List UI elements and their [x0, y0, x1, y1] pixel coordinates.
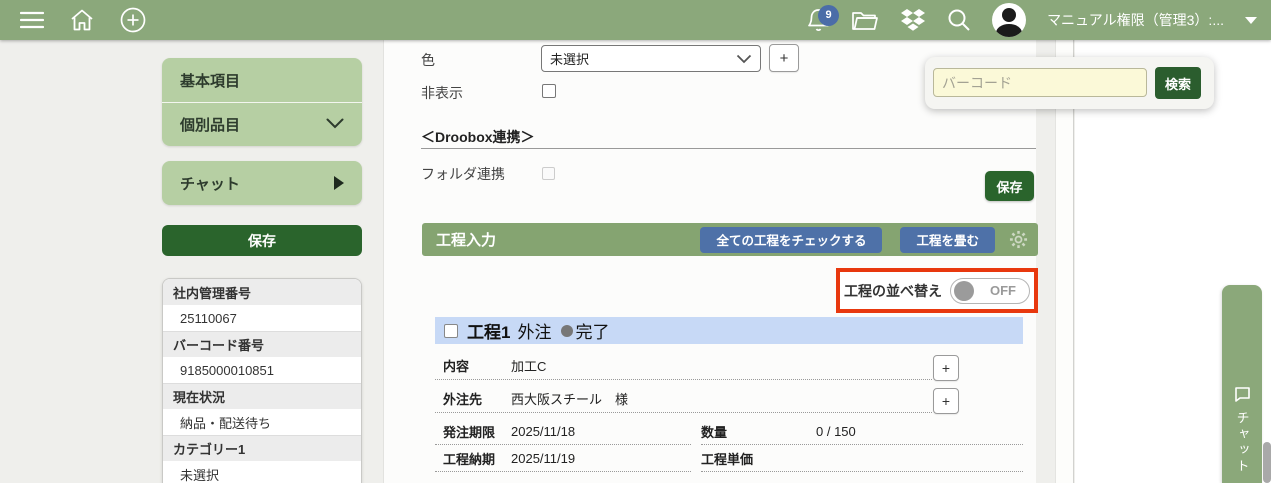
barcode-input[interactable] [933, 68, 1147, 97]
main-save-button[interactable]: 保存 [985, 171, 1034, 201]
process-input-header: 工程入力 全ての工程をチェックする 工程を畳む [422, 223, 1038, 256]
process1-fields: 内容 加工C + 外注先 西大阪スチール 様 + 発注期限 2025/11/18… [435, 352, 1023, 472]
status-dot-icon [561, 325, 573, 337]
field-row: 発注期限 2025/11/18 数量 0 / 150 [435, 418, 1023, 445]
home-icon[interactable] [70, 9, 94, 31]
field-add-button[interactable]: + [933, 388, 959, 414]
chat-tab-label: チャット [1233, 411, 1252, 475]
hidden-checkbox[interactable] [542, 84, 556, 98]
info-label: 社内管理番号 [163, 279, 361, 305]
hidden-label: 非表示 [421, 83, 463, 103]
process1-checkbox[interactable] [444, 324, 458, 338]
page-scrollbar-thumb[interactable] [1263, 442, 1271, 483]
field-label: 外注先 [435, 389, 511, 408]
sidebar-item-individual[interactable]: 個別品目 [162, 102, 362, 146]
folder-link-label: フォルダ連携 [421, 164, 505, 184]
droobox-section-title: ＜Droobox連携＞ [421, 127, 535, 147]
color-add-button[interactable]: + [769, 44, 799, 72]
app-page: 9 マニュアル権限（管理3）:... 基本項目 個別品目 [0, 0, 1271, 483]
field-row: 内容 加工C + [435, 352, 1023, 385]
process1-status: 完了 [575, 318, 609, 343]
field-label: 工程納期 [435, 449, 511, 468]
field-value[interactable]: 0 / 150 [816, 424, 856, 439]
avatar[interactable] [992, 3, 1026, 37]
chevron-down-icon [326, 116, 344, 133]
sidebar-item-basic[interactable]: 基本項目 [162, 58, 362, 102]
field-row: 外注先 西大阪スチール 様 + [435, 385, 1023, 418]
check-all-processes-button[interactable]: 全ての工程をチェックする [700, 227, 882, 253]
folder-icon[interactable] [851, 9, 879, 31]
info-label: 現在状況 [163, 383, 361, 409]
field-value[interactable]: 2025/11/19 [511, 451, 575, 466]
info-value: 未選択 [163, 461, 361, 483]
field-label: 工程単価 [701, 449, 816, 468]
process1-header[interactable]: 工程1 外注 完了 [435, 317, 1023, 344]
collapse-processes-button[interactable]: 工程を畳む [900, 227, 995, 253]
chevron-down-icon [736, 54, 752, 64]
field-label: 内容 [435, 356, 511, 375]
toggle-state: OFF [990, 283, 1016, 298]
toggle-knob [954, 281, 974, 301]
info-label: カテゴリー1 [163, 435, 361, 461]
item-info-card: 社内管理番号 25110067 バーコード番号 9185000010851 現在… [162, 278, 362, 483]
field-add-button[interactable]: + [933, 355, 959, 381]
field-label: 数量 [701, 422, 816, 441]
triangle-right-icon [334, 176, 344, 190]
chat-tab[interactable]: チャット [1222, 285, 1262, 483]
sidebar-chat-button[interactable]: チャット [162, 161, 362, 205]
caret-down-icon[interactable] [1245, 17, 1257, 24]
notification-bell-icon[interactable]: 9 [807, 8, 830, 33]
field-value[interactable]: 加工C [511, 356, 546, 375]
topbar: 9 マニュアル権限（管理3）:... [0, 0, 1271, 40]
gear-icon[interactable] [1009, 230, 1028, 249]
field-row: 工程納期 2025/11/19 工程単価 [435, 445, 1023, 472]
sidebar-save-button[interactable]: 保存 [162, 225, 362, 256]
field-value[interactable]: 西大阪スチール 様 [511, 389, 628, 408]
field-label: 発注期限 [435, 422, 511, 441]
annotation-highlight: 工程の並べ替え OFF [836, 268, 1038, 313]
user-menu-label[interactable]: マニュアル権限（管理3）:... [1047, 10, 1224, 30]
info-value: 納品・配送待ち [163, 409, 361, 435]
dropbox-icon[interactable] [900, 8, 926, 32]
chat-bubble-icon [1234, 386, 1251, 402]
barcode-search-button[interactable]: 検索 [1155, 67, 1201, 99]
info-label: バーコード番号 [163, 331, 361, 357]
info-value: 9185000010851 [163, 357, 361, 383]
sort-toggle-label: 工程の並べ替え [844, 281, 942, 301]
search-icon[interactable] [947, 8, 971, 32]
menu-icon[interactable] [20, 11, 44, 29]
process-sort-toggle[interactable]: OFF [950, 278, 1030, 304]
sidebar-nav: 基本項目 個別品目 [162, 58, 362, 146]
info-value: 25110067 [163, 305, 361, 331]
color-select[interactable]: 未選択 [541, 45, 761, 72]
process1-type: 外注 [517, 318, 551, 343]
field-value[interactable]: 2025/11/18 [511, 424, 575, 439]
notification-badge: 9 [818, 5, 839, 26]
color-label: 色 [421, 50, 435, 70]
add-circle-icon[interactable] [120, 7, 146, 33]
process-input-title: 工程入力 [432, 229, 496, 250]
process1-number: 工程1 [467, 318, 510, 343]
barcode-search-card: 検索 [925, 57, 1214, 109]
folder-link-checkbox[interactable] [542, 167, 555, 180]
section-divider [421, 148, 1036, 149]
